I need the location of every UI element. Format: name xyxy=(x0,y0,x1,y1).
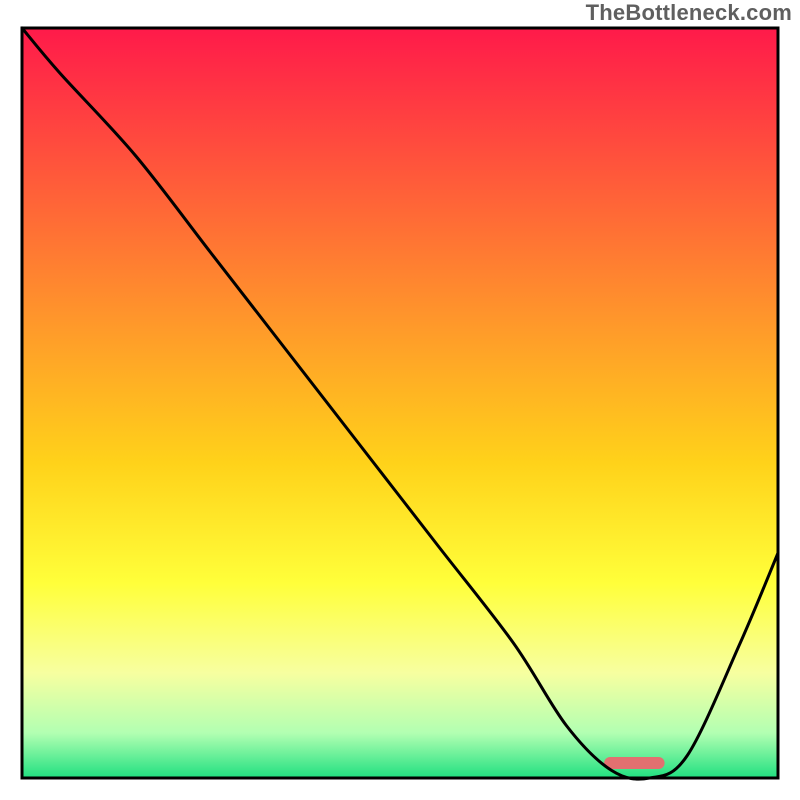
chart-background xyxy=(22,28,778,778)
watermark-text: TheBottleneck.com xyxy=(586,0,792,26)
optimal-range-marker xyxy=(604,757,664,769)
chart-container: TheBottleneck.com xyxy=(0,0,800,800)
bottleneck-chart xyxy=(0,0,800,800)
